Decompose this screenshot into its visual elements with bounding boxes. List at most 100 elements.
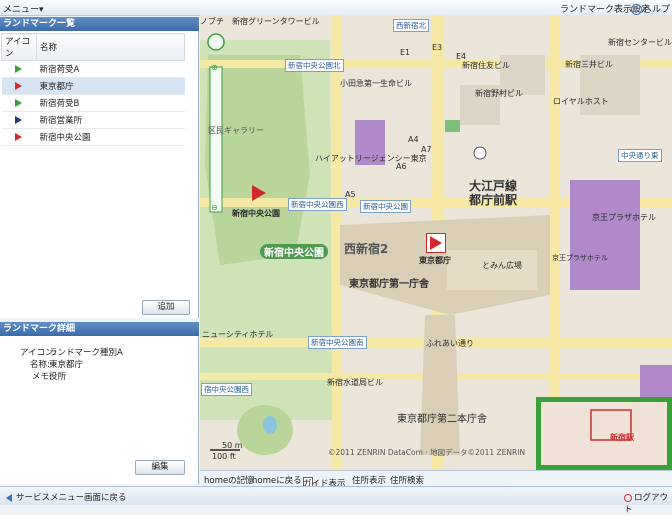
back-to-service-menu-link[interactable]: サービスメニュー画面に戻る bbox=[6, 491, 127, 503]
memo-field-value: 役所 bbox=[49, 372, 67, 382]
back-arrow-icon bbox=[6, 493, 12, 502]
landmark-name: 東京都庁 bbox=[36, 77, 185, 95]
map-label: 新宿駅 bbox=[610, 433, 634, 442]
map-label: 新宿中央公園西 bbox=[288, 198, 347, 211]
address-display-link[interactable]: 住所表示 bbox=[352, 474, 386, 486]
map-label: 新宿住友ビル bbox=[462, 61, 510, 70]
map-label: 宿中央公園西 bbox=[201, 383, 252, 396]
table-row[interactable]: 新宿荷受A bbox=[1, 60, 185, 78]
map-label: ノブチ bbox=[200, 17, 224, 26]
name-field-label: 名称: bbox=[30, 360, 50, 370]
map-label: ふれあい通り bbox=[426, 339, 474, 348]
map-label: 小田急第一生命ビル bbox=[340, 79, 412, 88]
table-row[interactable]: 新宿営業所 bbox=[1, 111, 185, 129]
overview-map bbox=[541, 402, 667, 465]
map-label: 新宿野村ビル bbox=[475, 89, 523, 98]
pond bbox=[263, 416, 277, 434]
map-label: A5 bbox=[345, 190, 356, 199]
zoom-slider-track bbox=[209, 66, 223, 213]
map-label: ハイアットリージェンシー東京 bbox=[315, 154, 427, 163]
map-label: A7 bbox=[421, 145, 432, 154]
edit-button[interactable]: 編集 bbox=[135, 460, 185, 475]
map-label: 東京都庁第二本庁舎 bbox=[397, 414, 487, 425]
pan-control bbox=[207, 33, 225, 51]
map-label: 東京都庁第一庁舎 bbox=[349, 279, 429, 290]
table-row-selected[interactable]: 東京都庁 bbox=[1, 77, 185, 95]
column-header-icon: アイコン bbox=[1, 33, 37, 61]
map-label: ニューシティホテル bbox=[202, 330, 274, 339]
map-label: 東京都庁 bbox=[419, 256, 451, 265]
tocho-flag-icon[interactable] bbox=[426, 233, 446, 253]
map-label: とみん広場 bbox=[482, 261, 522, 270]
map-label: 新宿中央公園南 bbox=[308, 336, 367, 349]
help-icon: ? bbox=[631, 4, 642, 15]
map-label: 新宿中央公園 bbox=[232, 209, 280, 218]
landmark-detail-panel: アイコン: ランドマーク種別A 名称: 東京都庁 メモ: 役所 編集 bbox=[0, 336, 199, 484]
map-label: 新宿グリーンタワービル bbox=[232, 17, 320, 26]
home-return-link[interactable]: homeに戻る bbox=[252, 474, 302, 486]
map-label: E4 bbox=[456, 52, 467, 61]
flag-icon bbox=[14, 81, 22, 90]
map-label: E3 bbox=[432, 43, 443, 52]
address-search-link[interactable]: 住所検索 bbox=[390, 474, 424, 486]
table-header-row: アイコン 名称 bbox=[1, 33, 185, 61]
landmark-list-panel: アイコン 名称 新宿荷受A 東京都庁 新宿荷受B 新宿営業所 新宿中央公園 追加 bbox=[0, 31, 199, 318]
logout-link[interactable]: ログアウト bbox=[624, 491, 672, 515]
top-bar: メニュー▾ ランドマーク表示設定 ? ヘルプ bbox=[0, 0, 672, 16]
logout-icon bbox=[624, 493, 632, 502]
building-tocho2 bbox=[420, 315, 460, 455]
help-link[interactable]: ? ヘルプ bbox=[631, 2, 670, 15]
table-row[interactable]: 新宿中央公園 bbox=[1, 128, 185, 146]
map-view[interactable]: ⊕ ⊖ ノブチ 新宿グリーンタワービル 西新宿北 新宿中央公園北 小田急第一生命… bbox=[200, 15, 672, 470]
map-label: 中央通り東 bbox=[618, 149, 662, 162]
building-keio-plaza bbox=[570, 180, 640, 290]
green-patch bbox=[445, 120, 460, 132]
scale-label: 100 ft bbox=[212, 452, 236, 461]
flag-icon bbox=[14, 115, 22, 124]
icon-field-value: ランドマーク種別A bbox=[49, 348, 123, 358]
flag-icon bbox=[14, 98, 22, 107]
landmark-name: 新宿荷受B bbox=[36, 94, 185, 112]
map-label: A6 bbox=[396, 162, 407, 171]
bottom-bar: サービスメニュー画面に戻る ログアウト bbox=[0, 486, 672, 515]
map-footer: homeの記憶 homeに戻る ガイド表示 住所表示 住所検索 bbox=[200, 470, 672, 489]
name-field-value: 東京都庁 bbox=[49, 360, 84, 370]
flag-icon bbox=[14, 132, 22, 141]
map-label: 新宿センタービル bbox=[608, 38, 672, 47]
back-label: サービスメニュー画面に戻る bbox=[16, 493, 127, 503]
flag-icon bbox=[14, 64, 22, 73]
map-label: 新宿三井ビル bbox=[565, 60, 613, 69]
landmark-name: 新宿営業所 bbox=[36, 111, 185, 129]
column-header-name: 名称 bbox=[36, 33, 185, 61]
map-label: 新宿水道局ビル bbox=[327, 378, 383, 387]
landmark-table: アイコン 名称 新宿荷受A 東京都庁 新宿荷受B 新宿営業所 新宿中央公園 bbox=[1, 33, 185, 146]
landmark-detail-header: ランドマーク詳細 bbox=[0, 322, 199, 336]
zoom-in-icon[interactable]: ⊕ bbox=[211, 63, 218, 72]
landmark-list-header: ランドマーク一覧 bbox=[0, 17, 199, 31]
zoom-out-icon[interactable]: ⊖ bbox=[211, 203, 218, 212]
home-memory-link[interactable]: homeの記憶 bbox=[204, 474, 254, 486]
detail-fields: アイコン: ランドマーク種別A 名称: 東京都庁 メモ: 役所 bbox=[0, 346, 199, 386]
map-label: 西新宿北 bbox=[393, 19, 429, 32]
help-label: ヘルプ bbox=[643, 5, 671, 15]
scale-label: 50 m bbox=[222, 441, 243, 450]
map-label: 新宿中央公園 bbox=[360, 200, 411, 213]
copyright-text: ©2011 ZENRIN DataCom · 地図データ©2011 ZENRIN bbox=[328, 448, 526, 457]
map-label: 新宿中央公園 bbox=[260, 244, 328, 259]
map-label: ロイヤルホスト bbox=[553, 97, 609, 106]
add-button[interactable]: 追加 bbox=[142, 300, 190, 315]
landmark-name: 新宿荷受A bbox=[36, 60, 185, 78]
station-marker bbox=[473, 146, 487, 160]
map-label: 京王プラザホテル bbox=[552, 254, 608, 262]
map-label: 西新宿2 bbox=[344, 242, 389, 256]
map-label: 京王プラザホテル bbox=[592, 213, 656, 222]
flag-icon[interactable] bbox=[252, 185, 266, 201]
map-label: A4 bbox=[408, 135, 419, 144]
landmark-name: 新宿中央公園 bbox=[36, 128, 185, 146]
map-label: 区民ギャラリー bbox=[208, 126, 264, 135]
table-row[interactable]: 新宿荷受B bbox=[1, 94, 185, 112]
map-label: 都庁前駅 bbox=[469, 193, 518, 207]
menu-dropdown[interactable]: メニュー▾ bbox=[3, 2, 44, 15]
map-label: E1 bbox=[400, 48, 411, 57]
map-label: 新宿中央公園北 bbox=[285, 59, 344, 72]
